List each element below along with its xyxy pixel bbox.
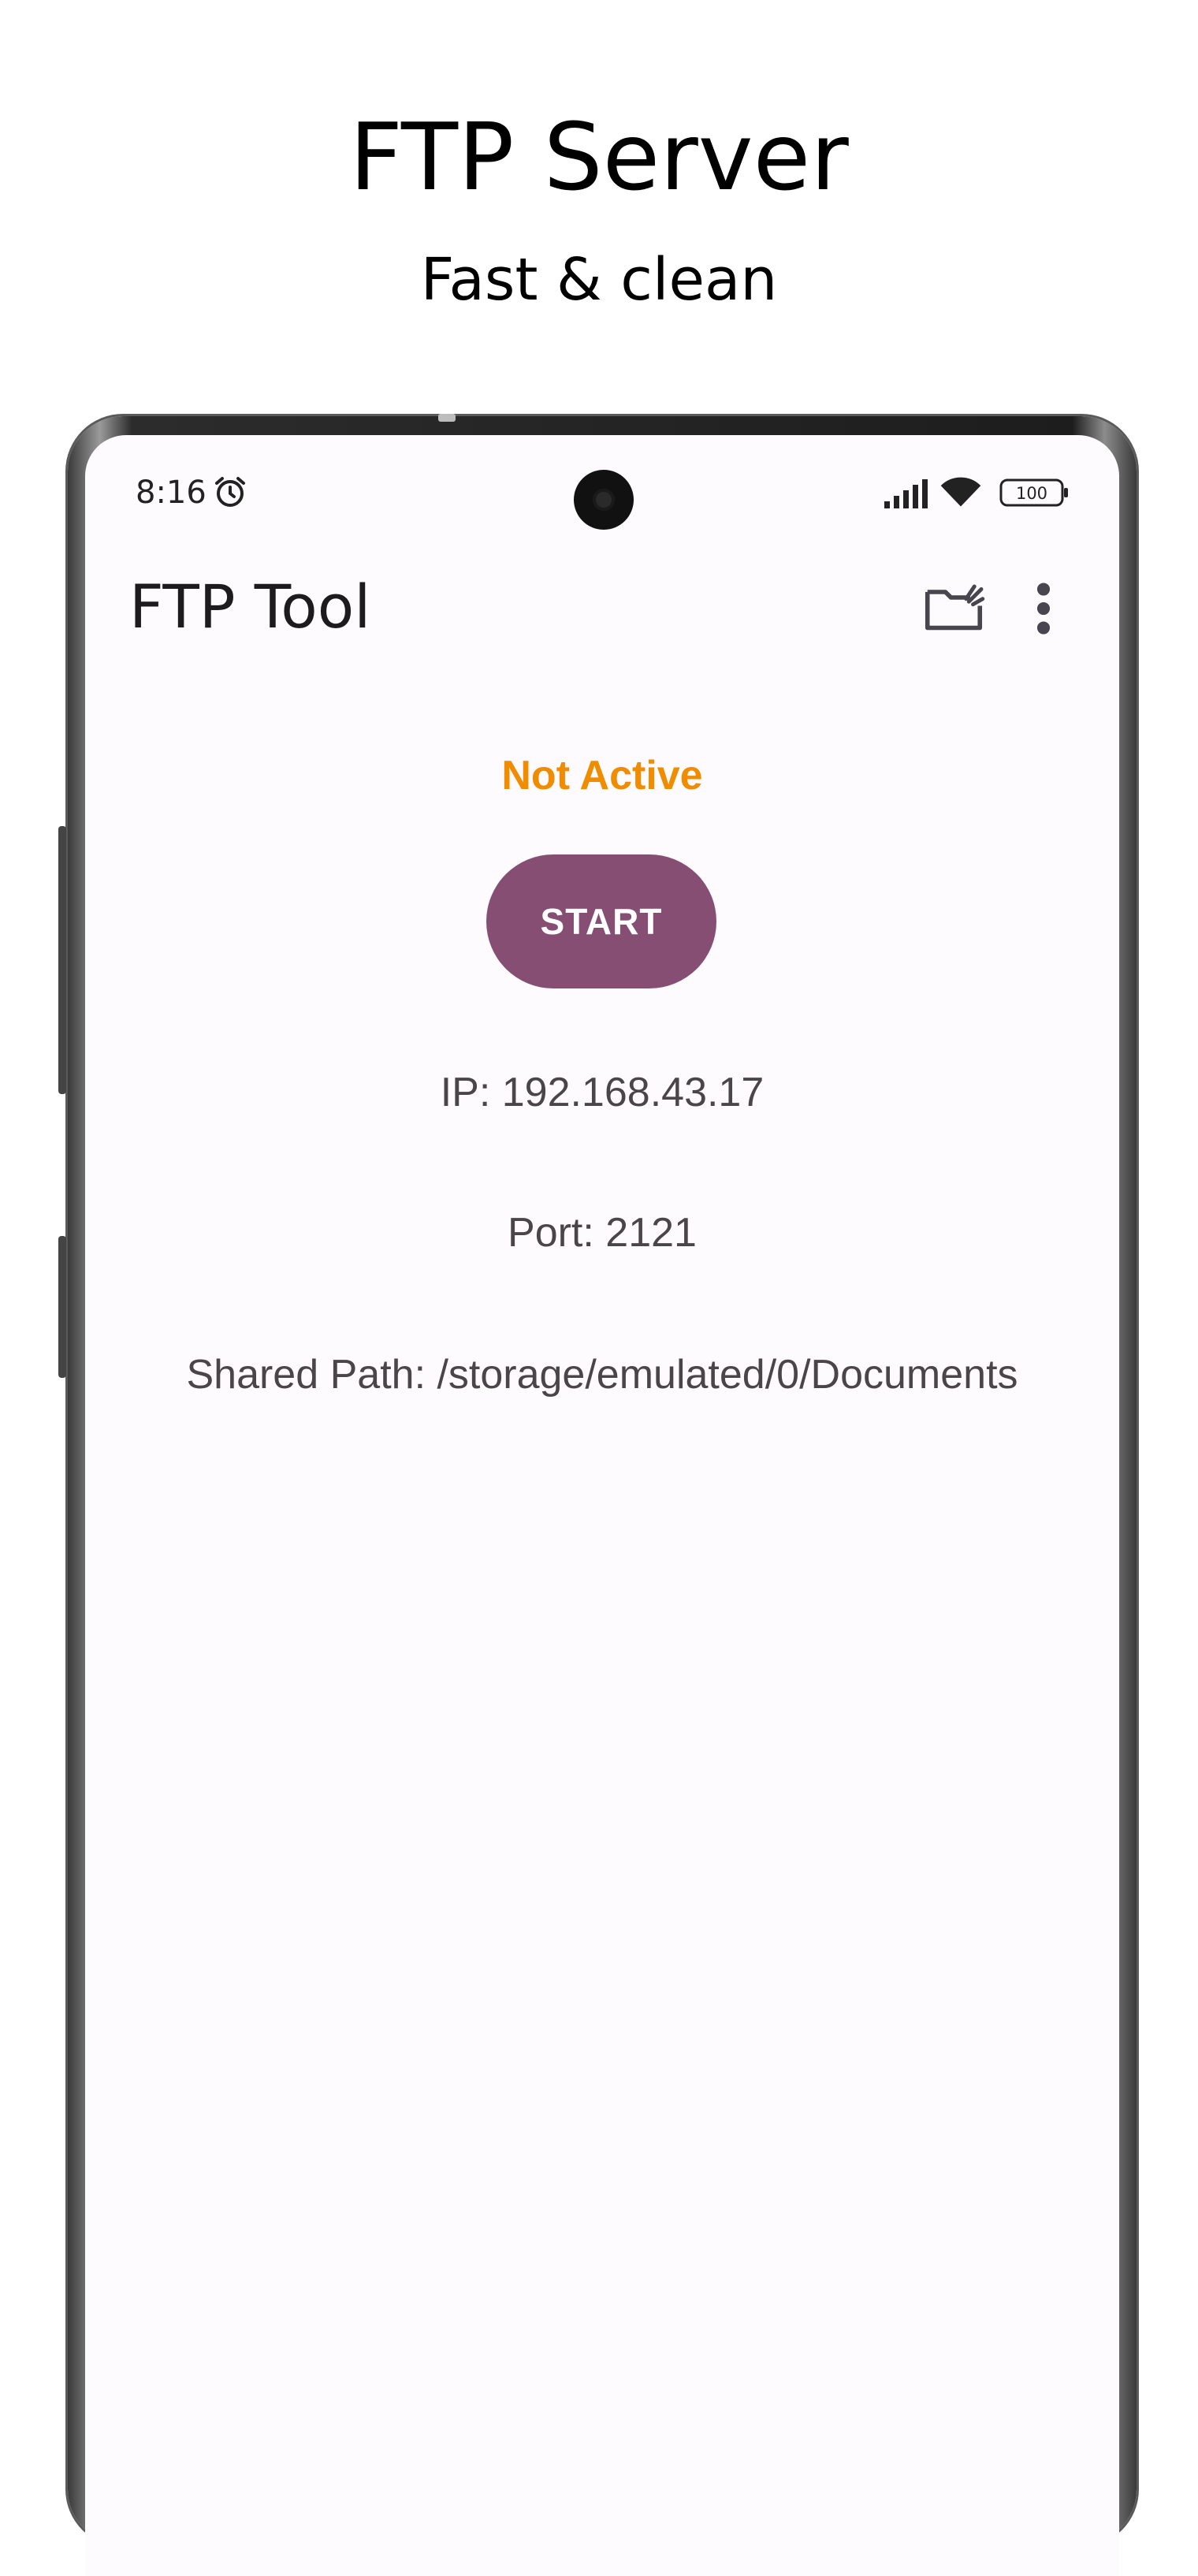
status-time: 8:16	[136, 475, 206, 511]
promo-subtitle: Fast & clean	[420, 246, 778, 314]
front-camera	[574, 470, 634, 530]
promo-title: FTP Server	[349, 102, 849, 211]
ip-address: IP: 192.168.43.17	[440, 1070, 765, 1115]
server-status: Not Active	[501, 753, 703, 798]
battery-icon: 100	[999, 478, 1070, 508]
volume-button	[58, 826, 66, 1094]
alarm-icon	[215, 477, 245, 507]
battery-level: 100	[1016, 484, 1047, 503]
power-button	[58, 1236, 66, 1378]
signal-icon	[884, 479, 928, 508]
wifi-icon	[940, 477, 981, 507]
app-title: FTP Tool	[129, 571, 371, 642]
phone-frame: 8:16 100 FTP Tool Not Active START IP: 1…	[58, 414, 1137, 2576]
shared-path: Shared Path: /storage/emulated/0/Documen…	[186, 1352, 1018, 1398]
app-screen: 8:16 100 FTP Tool Not Active START IP: 1…	[85, 435, 1119, 2576]
folder-clean-icon[interactable]	[921, 575, 987, 642]
phone-top-mark	[438, 414, 456, 422]
more-vert-icon[interactable]	[1028, 575, 1059, 642]
start-button[interactable]: START	[486, 854, 716, 988]
port-number: Port: 2121	[508, 1210, 697, 1256]
